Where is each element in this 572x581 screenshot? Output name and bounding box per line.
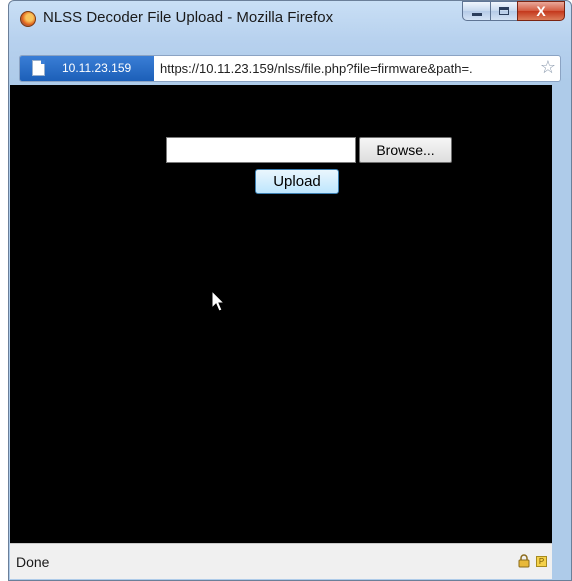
title-bar[interactable]: NLSS Decoder File Upload - Mozilla Firef… — [9, 1, 571, 37]
mouse-cursor-icon — [211, 290, 226, 312]
maximize-button[interactable] — [490, 1, 517, 21]
status-bar: Done P — [10, 543, 552, 579]
page-icon — [32, 60, 45, 76]
minimize-button[interactable] — [462, 1, 490, 21]
plugin-icon[interactable]: P — [536, 556, 547, 567]
url-text[interactable]: https://10.11.23.159/nlss/file.php?file=… — [160, 61, 473, 76]
file-path-input[interactable] — [166, 137, 356, 163]
firefox-icon[interactable] — [20, 11, 36, 27]
location-bar[interactable]: 10.11.23.159 https://10.11.23.159/nlss/f… — [19, 55, 561, 82]
close-icon: X — [536, 3, 546, 19]
page-content: Browse... Upload — [10, 85, 552, 543]
close-button[interactable]: X — [517, 1, 565, 21]
window-title: NLSS Decoder File Upload - Mozilla Firef… — [43, 9, 334, 26]
minimize-icon — [471, 12, 482, 16]
bookmark-star-icon[interactable]: ☆ — [540, 57, 556, 78]
browse-button[interactable]: Browse... — [359, 137, 452, 163]
status-text: Done — [16, 554, 50, 570]
maximize-icon — [499, 7, 509, 15]
upload-button[interactable]: Upload — [255, 169, 339, 194]
lock-icon[interactable] — [518, 554, 530, 568]
site-identity-label: 10.11.23.159 — [62, 61, 132, 75]
site-identity-button[interactable]: 10.11.23.159 — [20, 56, 154, 81]
caption-buttons: X — [462, 1, 565, 23]
